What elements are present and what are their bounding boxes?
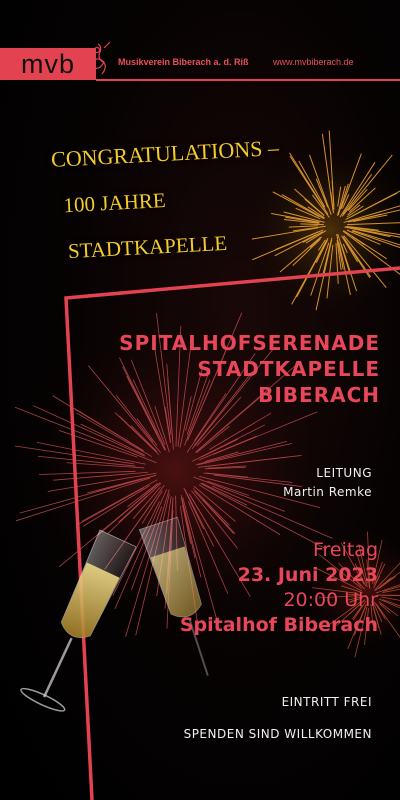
entry-info: EINTRITT FREI SPENDEN SIND WILLKOMMEN: [184, 686, 372, 750]
musician-icon: [91, 41, 111, 75]
header-divider: [96, 79, 400, 81]
conductor-name: Martin Remke: [283, 485, 372, 499]
entry-free: EINTRITT FREI: [281, 695, 372, 709]
event-details: Freitag 23. Juni 2023 20:00 Uhr Spitalho…: [180, 538, 378, 638]
logo: mvb: [0, 48, 96, 80]
conductor-block: LEITUNG Martin Remke: [283, 464, 372, 502]
event-title-line-1: SPITALHOFSERENADE: [119, 331, 380, 355]
event-venue: Spitalhof Biberach: [179, 614, 378, 636]
event-time: 20:00 Uhr: [283, 589, 378, 611]
event-day: Freitag: [312, 539, 378, 561]
event-title-line-3: BIBERACH: [258, 383, 380, 407]
header: mvb Musikverein Biberach a. d. Riß www.m…: [0, 0, 400, 81]
poster: mvb Musikverein Biberach a. d. Riß www.m…: [0, 0, 400, 800]
organization-name: Musikverein Biberach a. d. Riß: [118, 57, 249, 67]
conductor-label: LEITUNG: [316, 466, 372, 480]
website-url: www.mvbiberach.de: [273, 57, 354, 67]
donations-welcome: SPENDEN SIND WILLKOMMEN: [183, 727, 372, 741]
congratulations-heading: CONGRATULATIONS – 100 JAHRE STADTKAPELLE: [30, 122, 337, 276]
event-date: 23. Juni 2023: [237, 564, 378, 586]
event-title: SPITALHOFSERENADE STADTKAPELLE BIBERACH: [119, 330, 380, 408]
event-title-line-2: STADTKAPELLE: [197, 357, 380, 381]
